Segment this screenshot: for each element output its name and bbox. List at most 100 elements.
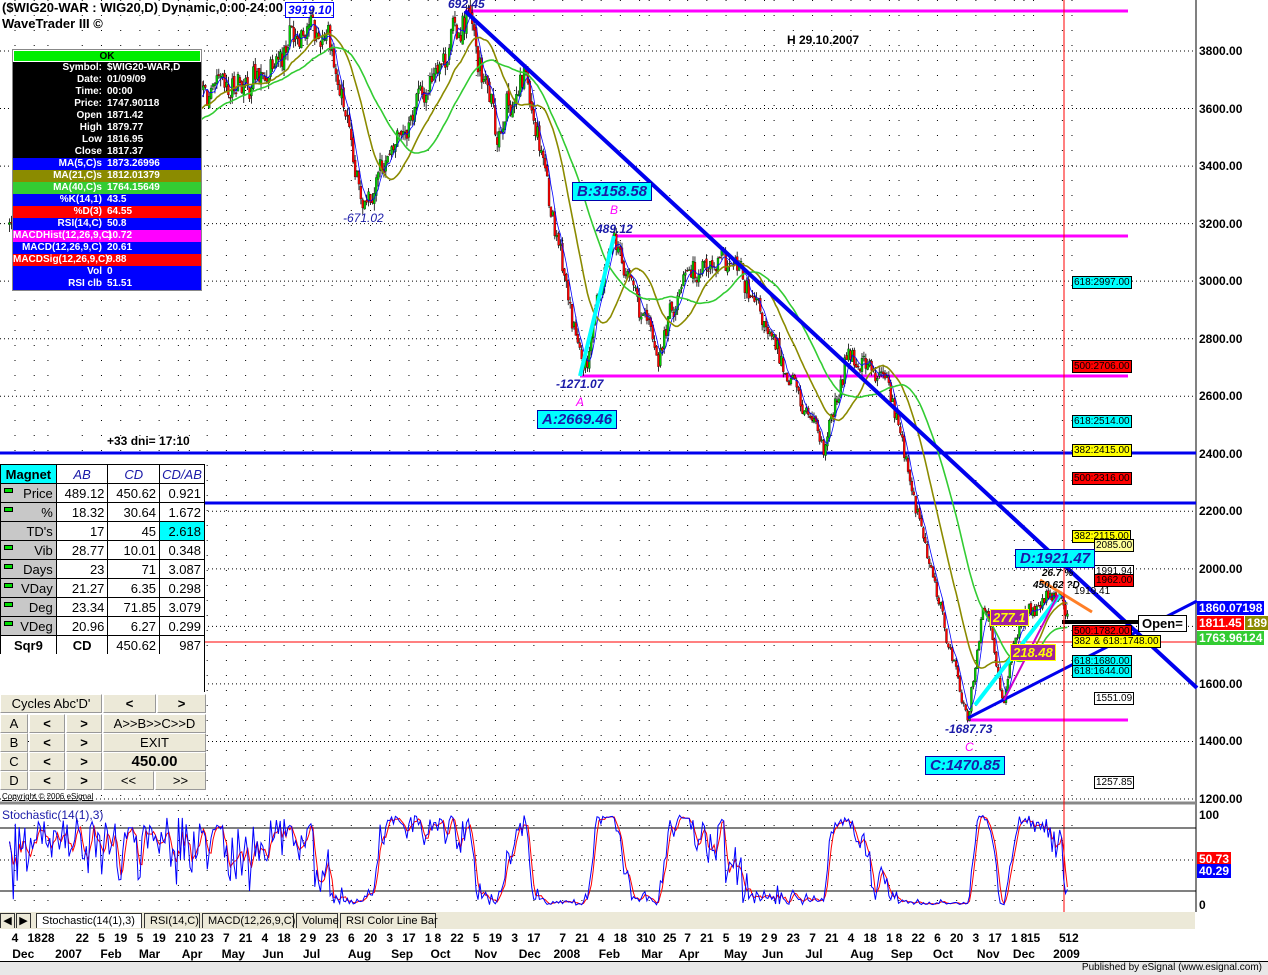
candle xyxy=(355,170,359,178)
candle xyxy=(670,300,674,313)
cycles-next-button[interactable]: > xyxy=(157,694,206,713)
x-day-tick: 9 xyxy=(309,931,317,945)
candle xyxy=(703,260,706,269)
candle xyxy=(342,80,345,112)
cd-estimate-label: 450.62 ?D xyxy=(1033,580,1080,591)
candle xyxy=(964,703,967,712)
data-row: Price: 1747.90118 xyxy=(13,98,201,110)
ab-leg xyxy=(578,235,616,377)
label-text: VDeg xyxy=(20,618,53,634)
magnet-row: % 18.32 30.64 1.672 xyxy=(0,502,205,522)
abcd-button[interactable]: A>>B>>C>>D xyxy=(103,714,206,733)
candle xyxy=(688,266,691,271)
cycle-B-prev-button[interactable]: < xyxy=(29,733,65,752)
fib-level-label: 382:2415.00 xyxy=(1072,444,1132,457)
ok-bar[interactable]: OK xyxy=(13,50,201,62)
cycle-D-prev-button[interactable]: < xyxy=(29,771,65,790)
magnet-ratio: 0.348 xyxy=(159,540,205,560)
x-day-tick: 22 xyxy=(450,931,464,945)
x-day-tick: 7 xyxy=(809,931,816,945)
candle xyxy=(908,469,912,486)
tab-macd-12-26-9-c-[interactable]: MACD(12,26,9,C) xyxy=(202,913,295,928)
tab-stochastic-14-1-3-[interactable]: Stochastic(14(1),3) xyxy=(36,913,142,928)
toggle-indicator-icon[interactable] xyxy=(4,620,13,626)
cycle-point-D[interactable]: D xyxy=(0,771,28,790)
toggle-indicator-icon[interactable] xyxy=(4,601,13,607)
fib-level-label: 1257.85 xyxy=(1094,776,1135,789)
candle xyxy=(862,351,866,362)
data-row: MA(5,C)s 1873.26996 xyxy=(13,158,201,170)
magnet-row-label[interactable]: VDay xyxy=(0,578,57,598)
data-row-label: RSI clb xyxy=(68,278,102,289)
candle xyxy=(912,487,915,496)
cycle-C-next-button[interactable]: > xyxy=(66,752,102,771)
toggle-indicator-icon[interactable] xyxy=(4,487,13,493)
toggle-indicator-icon[interactable] xyxy=(4,582,13,588)
toggle-indicator-icon[interactable] xyxy=(4,506,13,512)
candle xyxy=(891,394,894,403)
magnet-header: Magnet xyxy=(0,464,57,484)
forward-button[interactable]: >> xyxy=(155,771,206,790)
scroll-left-button[interactable]: ◀ xyxy=(0,913,15,928)
candle xyxy=(313,19,316,46)
magnet-cd: 45 xyxy=(107,521,161,541)
cycle-point-C[interactable]: C xyxy=(0,752,28,771)
rewind-button[interactable]: << xyxy=(103,771,154,790)
cycle-D-next-button[interactable]: > xyxy=(66,771,102,790)
x-month-tick: Dec xyxy=(1012,947,1035,961)
tab-volume[interactable]: Volume xyxy=(296,913,339,928)
x-month-tick: Feb xyxy=(100,947,122,961)
magnet-row-label[interactable]: Deg xyxy=(0,597,57,617)
data-row-value: 00:00 xyxy=(107,86,133,97)
data-row-value: 1817.37 xyxy=(107,146,144,157)
tab-rsi-color-line-bar[interactable]: RSI Color Line Bar xyxy=(340,913,438,928)
candle xyxy=(461,12,464,45)
candle xyxy=(759,295,762,315)
x-day-tick: 4 xyxy=(261,931,269,945)
magnet-row-label[interactable]: Price xyxy=(0,483,57,503)
magnet-row-label[interactable]: VDeg xyxy=(0,616,57,636)
cycle-point-A[interactable]: A xyxy=(0,714,28,733)
y-tick-label: 1400.00 xyxy=(1199,734,1243,749)
candle xyxy=(910,477,914,496)
candle xyxy=(344,109,347,120)
magnet-ab: 489.12 xyxy=(55,483,109,503)
x-month-tick: Feb xyxy=(598,947,621,961)
cycles-prev-button[interactable]: < xyxy=(103,694,156,713)
data-row-value: 9.88 xyxy=(107,254,127,265)
toggle-indicator-icon[interactable] xyxy=(4,563,13,569)
stochastic-label: Stochastic(14(1),3) xyxy=(2,808,104,822)
candle xyxy=(334,63,338,82)
magnet-row-label[interactable]: TD's xyxy=(0,521,57,541)
candle xyxy=(269,56,272,82)
candle xyxy=(567,279,570,306)
cycle-A-prev-button[interactable]: < xyxy=(29,714,65,733)
magnet-row-label[interactable]: % xyxy=(0,502,57,522)
tab-rsi-14-c-[interactable]: RSI(14,C) xyxy=(144,913,200,928)
candle xyxy=(824,443,827,461)
cycle-B-next-button[interactable]: > xyxy=(66,733,102,752)
candle xyxy=(668,299,672,319)
x-day-tick: 2 xyxy=(761,931,768,945)
cycle-C-prev-button[interactable]: < xyxy=(29,752,65,771)
x-month-tick: Jun xyxy=(762,947,784,961)
cycle-point-B[interactable]: B xyxy=(0,733,28,752)
candle xyxy=(315,25,318,43)
scroll-right-button[interactable]: ▶ xyxy=(16,913,31,928)
y-tick-label: 2400.00 xyxy=(1199,446,1243,461)
x-day-tick: 20 xyxy=(363,931,378,945)
candle xyxy=(570,303,574,332)
cycle-A-next-button[interactable]: > xyxy=(66,714,102,733)
cycles-title-button[interactable]: Cycles Abc'D' xyxy=(0,694,102,713)
cycle-value[interactable]: 450.00 xyxy=(103,752,206,771)
y-tick-label: 3400.00 xyxy=(1199,159,1243,174)
magnet-row-label[interactable]: Vib xyxy=(0,540,57,560)
candle xyxy=(250,85,253,104)
toggle-indicator-icon[interactable] xyxy=(4,544,13,550)
sqr9-ab: CD xyxy=(55,635,109,655)
exit-button[interactable]: EXIT xyxy=(103,733,206,752)
x-month-tick: Aug xyxy=(347,947,372,961)
magnet-row-label[interactable]: Days xyxy=(0,559,57,579)
x-day-tick: 25 xyxy=(663,931,677,945)
candle xyxy=(876,376,879,387)
